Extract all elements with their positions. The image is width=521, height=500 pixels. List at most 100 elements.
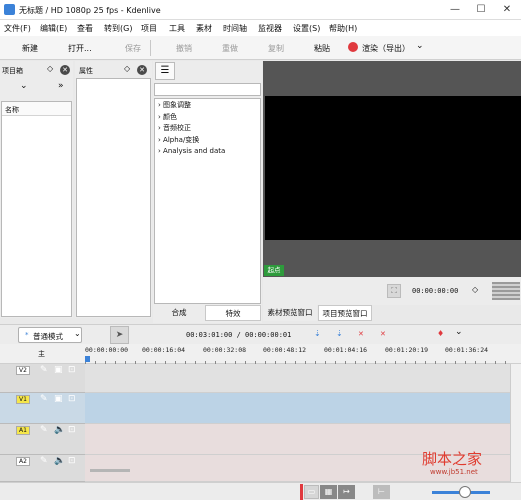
close-panel-icon[interactable]: ✕ bbox=[137, 65, 147, 75]
snap-icon[interactable]: ▭ bbox=[304, 485, 319, 499]
fit-zoom-icon[interactable]: ↦ bbox=[338, 485, 355, 499]
track-header-v1[interactable]: V1 ✎ ▣ ⊡ bbox=[0, 393, 85, 424]
track-header-v2[interactable]: V2 ✎ ▣ ⊡ bbox=[0, 364, 85, 393]
undo-button[interactable]: 撤销 bbox=[176, 43, 192, 54]
effect-category[interactable]: › 颜色 bbox=[158, 112, 257, 124]
track-v2[interactable] bbox=[85, 364, 510, 393]
lock-icon[interactable]: ⊡ bbox=[68, 394, 76, 404]
selection-tool-icon[interactable]: ➤ bbox=[110, 326, 129, 344]
window-title: 无标题 / HD 1080p 25 fps - Kdenlive bbox=[19, 6, 161, 15]
hide-track-icon[interactable]: ▣ bbox=[54, 365, 63, 375]
bin-dropdown-chevron-icon[interactable]: ⌄ bbox=[20, 81, 28, 91]
effect-category[interactable]: › 图象调整 bbox=[158, 100, 257, 112]
track-name[interactable]: V1 bbox=[16, 395, 30, 404]
mute-audio-icon[interactable]: 🔈 bbox=[54, 456, 65, 466]
close-panel-icon[interactable]: ✕ bbox=[60, 65, 70, 75]
tab-effects[interactable]: 特效 bbox=[205, 305, 261, 321]
float-icon[interactable]: ◇ bbox=[47, 64, 53, 73]
expand-chevron-icon[interactable]: › bbox=[158, 113, 161, 121]
column-header-name[interactable]: 名称 bbox=[2, 102, 71, 116]
timecode-spin-icon[interactable]: ◇ bbox=[472, 285, 478, 294]
menu-timeline[interactable]: 时间轴 bbox=[223, 23, 247, 34]
expand-chevron-icon[interactable]: › bbox=[158, 136, 161, 144]
effect-list-menu-icon[interactable]: ☰ bbox=[155, 62, 175, 80]
hide-track-icon[interactable]: ▣ bbox=[54, 394, 63, 404]
video-preview[interactable] bbox=[265, 96, 521, 240]
insert-clip-icon[interactable]: ⇣ bbox=[314, 329, 321, 338]
timeline-position[interactable]: 00:03:01:00 / 00:00:00:01 bbox=[186, 331, 291, 339]
project-bin-list[interactable]: 名称 bbox=[1, 101, 72, 317]
open-button[interactable]: 打开... bbox=[68, 43, 92, 54]
add-marker-icon[interactable]: ♦ bbox=[437, 329, 444, 338]
effects-tree: › 图象调整 › 颜色 › 音频校正 › Alpha/变换 › Analysis… bbox=[154, 98, 261, 304]
menu-help[interactable]: 帮助(H) bbox=[329, 23, 357, 34]
toolbar-separator bbox=[150, 40, 151, 56]
lock-icon[interactable]: ⊡ bbox=[68, 365, 76, 375]
track-header-a1[interactable]: A1 ✎ 🔈 ⊡ bbox=[0, 424, 85, 455]
redo-button[interactable]: 重做 bbox=[222, 43, 238, 54]
timeline-ruler: 主 00:00:00:00 00:00:16:04 00:00:32:08 00… bbox=[0, 344, 521, 364]
expand-chevron-icon[interactable]: › bbox=[158, 101, 161, 109]
tab-clip-monitor[interactable]: 素材预览窗口 bbox=[263, 305, 317, 321]
effect-category[interactable]: › Alpha/变换 bbox=[158, 135, 257, 147]
edit-mode-icon: * bbox=[25, 331, 29, 339]
menu-goto[interactable]: 转到(G) bbox=[104, 23, 132, 34]
effect-category[interactable]: › Analysis and data bbox=[158, 146, 257, 158]
timeline-vertical-scrollbar[interactable] bbox=[510, 364, 521, 482]
menu-tools[interactable]: 工具 bbox=[169, 23, 185, 34]
new-button[interactable]: 新建 bbox=[22, 43, 38, 54]
title-bar: 无标题 / HD 1080p 25 fps - Kdenlive — ☐ ✕ bbox=[0, 0, 521, 20]
menu-monitor[interactable]: 监视器 bbox=[258, 23, 282, 34]
effect-category[interactable]: › 音频校正 bbox=[158, 123, 257, 135]
monitor-timecode[interactable]: 00:00:00:00 bbox=[412, 287, 458, 295]
render-dropdown-chevron-icon[interactable]: ⌄ bbox=[416, 41, 424, 51]
paste-button[interactable]: 粘贴 bbox=[314, 43, 330, 54]
render-icon bbox=[348, 42, 358, 52]
edit-pen-icon[interactable]: ✎ bbox=[40, 365, 48, 375]
menu-project[interactable]: 项目 bbox=[141, 23, 157, 34]
mute-audio-icon[interactable]: 🔈 bbox=[54, 425, 65, 435]
effect-search-input[interactable] bbox=[154, 83, 261, 96]
monitor-zoom-icon[interactable]: ⛶ bbox=[387, 284, 401, 298]
edit-mode-select[interactable]: * 普通模式 ⌄ bbox=[18, 327, 82, 343]
maximize-icon[interactable]: ☐ bbox=[474, 3, 488, 17]
edit-pen-icon[interactable]: ✎ bbox=[40, 456, 48, 466]
playhead-marker-icon[interactable] bbox=[85, 356, 90, 362]
menu-clip[interactable]: 素材 bbox=[196, 23, 212, 34]
lift-icon[interactable]: ✕ bbox=[358, 330, 364, 338]
expand-chevron-icon[interactable]: › bbox=[158, 124, 161, 132]
lock-icon[interactable]: ⊡ bbox=[68, 456, 76, 466]
lock-icon[interactable]: ⊡ bbox=[68, 425, 76, 435]
track-name[interactable]: A1 bbox=[16, 426, 30, 435]
zoom-out-icon[interactable]: ⊢ bbox=[373, 485, 390, 499]
expand-chevron-icon[interactable]: › bbox=[158, 147, 161, 155]
menu-file[interactable]: 文件(F) bbox=[4, 23, 31, 34]
render-button[interactable]: 渲染（导出） bbox=[362, 43, 410, 54]
menu-view[interactable]: 查看 bbox=[77, 23, 93, 34]
edit-pen-icon[interactable]: ✎ bbox=[40, 425, 48, 435]
float-icon[interactable]: ◇ bbox=[124, 64, 130, 73]
close-icon[interactable]: ✕ bbox=[500, 3, 514, 17]
watermark-url: www.jb51.net bbox=[430, 468, 478, 476]
tab-project-monitor[interactable]: 项目预览窗口 bbox=[318, 305, 372, 321]
track-header-a2[interactable]: A2 ✎ 🔈 ⊡ bbox=[0, 455, 85, 482]
tab-compositions[interactable]: 合成 bbox=[154, 305, 204, 321]
expand-more-icon[interactable]: » bbox=[58, 81, 64, 91]
overwrite-clip-icon[interactable]: ⇣ bbox=[336, 329, 343, 338]
menu-edit[interactable]: 编辑(E) bbox=[40, 23, 67, 34]
ruler-tick-label: 00:01:36:24 bbox=[445, 346, 489, 354]
ruler-scale[interactable]: 00:00:00:00 00:00:16:04 00:00:32:08 00:0… bbox=[85, 344, 510, 364]
extract-icon[interactable]: ✕ bbox=[380, 330, 386, 338]
thumbnails-icon[interactable]: ▦ bbox=[320, 485, 337, 499]
save-button[interactable]: 保存 bbox=[125, 43, 141, 54]
track-name[interactable]: V2 bbox=[16, 366, 30, 375]
track-v1[interactable] bbox=[85, 393, 510, 424]
timeline-menu-chevron-icon[interactable]: ⌄ bbox=[455, 327, 463, 337]
track-name[interactable]: A2 bbox=[16, 457, 30, 466]
timeline-horizontal-scrollbar[interactable] bbox=[90, 469, 130, 472]
zoom-slider-handle[interactable] bbox=[459, 486, 471, 498]
menu-settings[interactable]: 设置(S) bbox=[293, 23, 320, 34]
copy-button[interactable]: 复制 bbox=[268, 43, 284, 54]
minimize-icon[interactable]: — bbox=[448, 3, 462, 17]
edit-pen-icon[interactable]: ✎ bbox=[40, 394, 48, 404]
